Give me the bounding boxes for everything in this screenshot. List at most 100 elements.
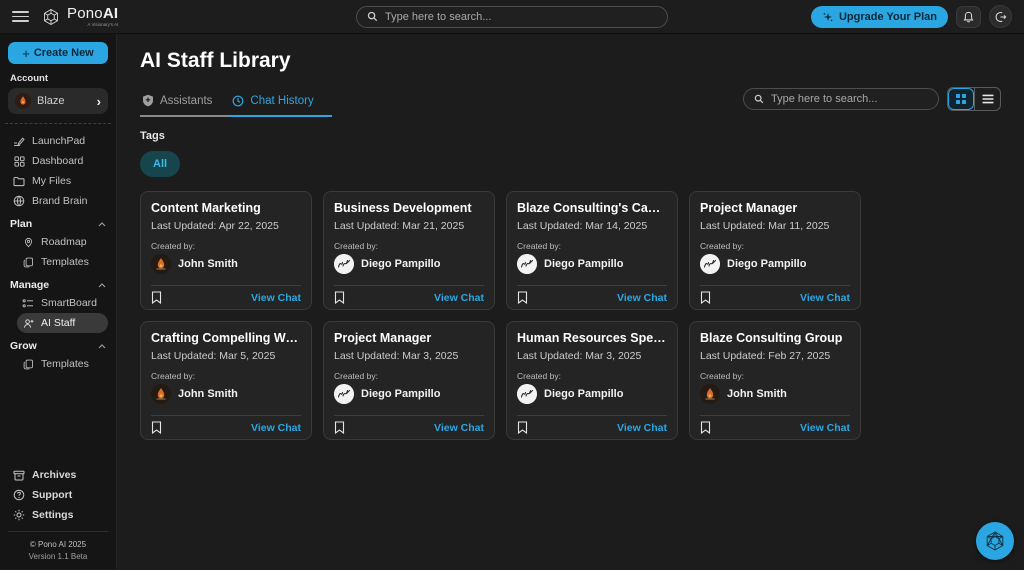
create-new-button[interactable]: + Create New (8, 42, 108, 64)
chat-card-title: Content Marketing (151, 201, 301, 215)
bookmark-icon[interactable] (151, 291, 162, 304)
chat-card-last-updated: Last Updated: Feb 27, 2025 (700, 350, 850, 362)
sidebar-item-my-files[interactable]: My Files (8, 171, 108, 191)
templates-icon (22, 359, 34, 370)
gear-icon (13, 509, 25, 521)
list-view-button[interactable] (974, 88, 1000, 110)
chat-card-title: Project Manager (334, 331, 484, 345)
chat-card-title: Blaze Consulting's Capital (517, 201, 667, 215)
upgrade-plan-button[interactable]: Upgrade Your Plan (811, 6, 948, 28)
chat-card: Blaze Consulting's Capital Last Updated:… (506, 191, 678, 310)
sidebar-item-grow-templates[interactable]: Templates (17, 354, 108, 374)
avatar (151, 384, 171, 404)
chat-card: Crafting Compelling Website Last Updated… (140, 321, 312, 440)
sidebar-section-grow[interactable]: Grow (10, 340, 106, 352)
sidebar-item-settings[interactable]: Settings (8, 505, 108, 525)
global-search[interactable] (356, 6, 668, 28)
created-by-label: Created by: (334, 241, 484, 251)
main-content: AI Staff Library Assistants (117, 34, 1024, 569)
view-chat-link[interactable]: View Chat (434, 292, 484, 304)
chat-card: Human Resources Specialist Last Updated:… (506, 321, 678, 440)
chat-card-title: Human Resources Specialist (517, 331, 667, 345)
sidebar-item-archives[interactable]: Archives (8, 465, 108, 485)
sidebar-item-support[interactable]: Support (8, 485, 108, 505)
help-icon (13, 489, 25, 501)
logout-button[interactable] (989, 5, 1012, 28)
bookmark-icon[interactable] (334, 291, 345, 304)
view-chat-link[interactable]: View Chat (800, 422, 850, 434)
chevron-right-icon: › (97, 95, 101, 108)
notifications-button[interactable] (956, 6, 981, 28)
smartboard-icon (22, 298, 34, 309)
list-view-icon (982, 94, 994, 104)
author-name: Diego Pampillo (544, 388, 623, 400)
sidebar-item-dashboard[interactable]: Dashboard (8, 151, 108, 171)
view-chat-link[interactable]: View Chat (617, 422, 667, 434)
sidebar-item-brand-brain[interactable]: Brand Brain (8, 191, 108, 211)
bookmark-icon[interactable] (517, 421, 528, 434)
copyright: © Pono AI 2025 (8, 539, 108, 551)
logo-hexagon-icon (41, 7, 61, 27)
library-search-input[interactable] (771, 93, 928, 105)
view-toggle (947, 87, 1001, 111)
chat-card: Project Manager Last Updated: Mar 11, 20… (689, 191, 861, 310)
tab-chat-history[interactable]: Chat History (230, 94, 331, 117)
sidebar-section-plan[interactable]: Plan (10, 218, 106, 230)
sidebar-item-launchpad[interactable]: LaunchPad (8, 131, 108, 151)
account-switcher[interactable]: Blaze › (8, 88, 108, 114)
folder-icon (13, 176, 25, 187)
chat-card-last-updated: Last Updated: Mar 11, 2025 (700, 220, 850, 232)
menu-icon[interactable] (12, 8, 29, 25)
chat-card-last-updated: Last Updated: Mar 3, 2025 (334, 350, 484, 362)
chevron-up-icon (98, 283, 106, 288)
bookmark-icon[interactable] (517, 291, 528, 304)
sidebar-item-plan-templates[interactable]: Templates (17, 252, 108, 272)
chat-card: Content Marketing Last Updated: Apr 22, … (140, 191, 312, 310)
chat-card-title: Business Development (334, 201, 484, 215)
assistant-fab-button[interactable] (976, 522, 1014, 560)
brand-name: PonoAI (67, 6, 118, 21)
tag-chip-all[interactable]: All (140, 151, 180, 177)
sidebar-item-smartboard[interactable]: SmartBoard (17, 293, 108, 313)
avatar (334, 254, 354, 274)
version-label: Version 1.1 Beta (8, 551, 108, 563)
library-search[interactable] (743, 88, 939, 110)
global-search-input[interactable] (385, 11, 657, 23)
map-pin-icon (22, 237, 34, 248)
view-chat-link[interactable]: View Chat (617, 292, 667, 304)
app-logo: PonoAI A Visionary's AI (41, 6, 118, 27)
bell-icon (963, 11, 974, 23)
templates-icon (22, 257, 34, 268)
created-by-label: Created by: (151, 371, 301, 381)
created-by-label: Created by: (151, 241, 301, 251)
topbar: PonoAI A Visionary's AI Upgrade Your Pla… (0, 0, 1024, 34)
page-title: AI Staff Library (140, 49, 1001, 73)
view-chat-link[interactable]: View Chat (251, 292, 301, 304)
chat-card: Blaze Consulting Group Last Updated: Feb… (689, 321, 861, 440)
logo-hexagon-icon (983, 529, 1007, 553)
sidebar-item-roadmap[interactable]: Roadmap (17, 232, 108, 252)
sidebar-item-ai-staff[interactable]: AI Staff (17, 313, 108, 333)
bookmark-icon[interactable] (700, 291, 711, 304)
divider (5, 123, 111, 124)
tab-assistants[interactable]: Assistants (140, 94, 230, 117)
chat-card-last-updated: Last Updated: Mar 3, 2025 (517, 350, 667, 362)
ai-staff-icon (22, 318, 34, 329)
author-name: Diego Pampillo (544, 258, 623, 270)
author-name: Diego Pampillo (727, 258, 806, 270)
view-chat-link[interactable]: View Chat (800, 292, 850, 304)
tags-label: Tags (140, 130, 1001, 142)
view-chat-link[interactable]: View Chat (434, 422, 484, 434)
account-name: Blaze (37, 95, 65, 107)
bookmark-icon[interactable] (151, 421, 162, 434)
sidebar-section-manage[interactable]: Manage (10, 279, 106, 291)
chat-card-title: Crafting Compelling Website (151, 331, 301, 345)
bookmark-icon[interactable] (700, 421, 711, 434)
chevron-up-icon (98, 222, 106, 227)
view-chat-link[interactable]: View Chat (251, 422, 301, 434)
bookmark-icon[interactable] (334, 421, 345, 434)
grid-view-icon (955, 93, 967, 105)
cards-grid: Content Marketing Last Updated: Apr 22, … (140, 191, 1001, 440)
grid-view-button[interactable] (948, 88, 974, 110)
brand-tagline: A Visionary's AI (87, 22, 118, 27)
